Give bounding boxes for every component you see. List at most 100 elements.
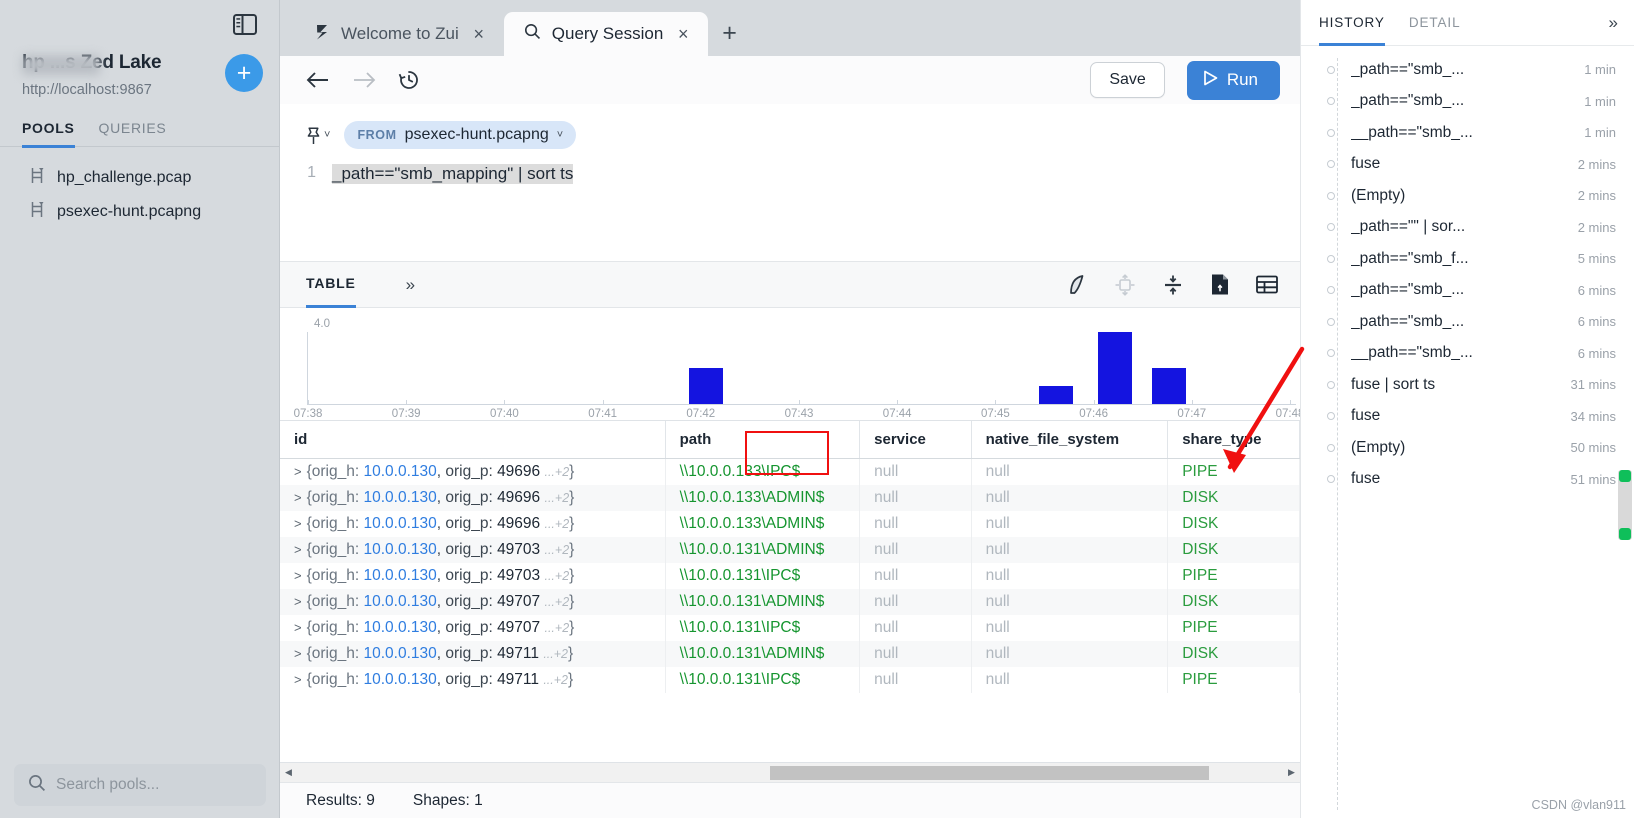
- cell-path[interactable]: \\10.0.0.131\IPC$: [665, 563, 861, 589]
- row-expand-chevron-icon[interactable]: >: [294, 464, 302, 479]
- row-expand-chevron-icon[interactable]: >: [294, 646, 302, 661]
- histogram-bar[interactable]: [1098, 332, 1133, 404]
- table-row[interactable]: > {orig_h: 10.0.0.130, orig_p: 49703 ...+…: [280, 537, 1300, 563]
- results-table-wrapper[interactable]: id path service native_file_system share…: [280, 420, 1300, 782]
- new-tab-button[interactable]: +: [708, 21, 751, 52]
- search-pools-field[interactable]: [14, 764, 266, 806]
- cell-id[interactable]: > {orig_h: 10.0.0.130, orig_p: 49696 ...+…: [280, 485, 666, 511]
- pool-item-hp-challenge[interactable]: hp_challenge.pcap: [0, 161, 279, 195]
- cell-path[interactable]: \\10.0.0.131\IPC$: [665, 667, 861, 693]
- cell-service[interactable]: null: [859, 485, 972, 511]
- cell-id[interactable]: > {orig_h: 10.0.0.130, orig_p: 49703 ...+…: [280, 537, 666, 563]
- tab-table-view[interactable]: TABLE: [306, 262, 356, 308]
- query-text[interactable]: _path=="smb_mapping" | sort ts: [332, 164, 574, 184]
- history-item[interactable]: (Empty) 50 mins: [1301, 432, 1634, 464]
- cell-path[interactable]: \\10.0.0.133\ADMIN$: [665, 485, 861, 511]
- cell-native-file-system[interactable]: null: [971, 615, 1169, 641]
- table-row[interactable]: > {orig_h: 10.0.0.130, orig_p: 49707 ...+…: [280, 615, 1300, 641]
- from-pool-selector[interactable]: FROM psexec-hunt.pcapng ˅: [344, 121, 577, 149]
- scrollbar-track[interactable]: [297, 763, 1283, 783]
- scroll-left-arrow[interactable]: ◀: [280, 767, 297, 778]
- cell-path[interactable]: \\10.0.0.131\ADMIN$: [665, 641, 861, 667]
- column-header-path[interactable]: path: [665, 421, 861, 459]
- history-item[interactable]: _path=="smb_f... 5 mins: [1301, 243, 1634, 275]
- expand-arrows-icon[interactable]: [1114, 273, 1136, 296]
- cell-path[interactable]: \\10.0.0.133\IPC$: [665, 458, 861, 485]
- history-item[interactable]: fuse 34 mins: [1301, 401, 1634, 433]
- tab-query-session[interactable]: Query Session ×: [503, 12, 709, 56]
- scroll-position-indicator[interactable]: [1618, 470, 1632, 540]
- cell-service[interactable]: null: [859, 537, 972, 563]
- cell-service[interactable]: null: [859, 641, 972, 667]
- history-item[interactable]: __path=="smb_... 6 mins: [1301, 338, 1634, 370]
- cell-id[interactable]: > {orig_h: 10.0.0.130, orig_p: 49711 ...+…: [280, 641, 666, 667]
- cell-native-file-system[interactable]: null: [971, 537, 1169, 563]
- add-pool-button[interactable]: +: [225, 54, 263, 92]
- tab-welcome-to-zui[interactable]: Welcome to Zui ×: [294, 12, 504, 56]
- table-row[interactable]: > {orig_h: 10.0.0.130, orig_p: 49703 ...+…: [280, 563, 1300, 589]
- wireshark-fin-icon[interactable]: [1066, 274, 1088, 296]
- history-item[interactable]: _path=="smb_... 1 min: [1301, 86, 1634, 118]
- cell-path[interactable]: \\10.0.0.131\ADMIN$: [665, 537, 861, 563]
- history-item[interactable]: (Empty) 2 mins: [1301, 180, 1634, 212]
- history-item[interactable]: fuse | sort ts 31 mins: [1301, 369, 1634, 401]
- cell-share-type[interactable]: DISK: [1167, 485, 1300, 511]
- history-item[interactable]: _path=="" | sor... 2 mins: [1301, 212, 1634, 244]
- horizontal-scrollbar[interactable]: ◀ ▶: [280, 762, 1300, 782]
- search-pools-input[interactable]: [56, 776, 252, 794]
- table-row[interactable]: > {orig_h: 10.0.0.130, orig_p: 49696 ...+…: [280, 511, 1300, 537]
- view-more-icon[interactable]: »: [406, 275, 416, 295]
- table-row[interactable]: > {orig_h: 10.0.0.130, orig_p: 49707 ...+…: [280, 589, 1300, 615]
- arrow-left-icon[interactable]: [306, 71, 330, 89]
- cell-service[interactable]: null: [859, 667, 972, 693]
- cell-native-file-system[interactable]: null: [971, 458, 1169, 485]
- cell-native-file-system[interactable]: null: [971, 485, 1169, 511]
- column-header-service[interactable]: service: [859, 421, 972, 459]
- cell-share-type[interactable]: PIPE: [1167, 667, 1300, 693]
- cell-id[interactable]: > {orig_h: 10.0.0.130, orig_p: 49711 ...+…: [280, 667, 666, 693]
- history-item[interactable]: _path=="smb_... 1 min: [1301, 54, 1634, 86]
- cell-native-file-system[interactable]: null: [971, 589, 1169, 615]
- histogram-bar[interactable]: [1152, 368, 1187, 404]
- cell-path[interactable]: \\10.0.0.133\ADMIN$: [665, 511, 861, 537]
- row-expand-chevron-icon[interactable]: >: [294, 542, 302, 557]
- tab-close-icon[interactable]: ×: [674, 25, 692, 43]
- cell-native-file-system[interactable]: null: [971, 563, 1169, 589]
- column-header-native-file-system[interactable]: native_file_system: [971, 421, 1169, 459]
- row-expand-chevron-icon[interactable]: >: [294, 490, 302, 505]
- tab-close-icon[interactable]: ×: [470, 25, 488, 43]
- cell-share-type[interactable]: DISK: [1167, 641, 1300, 667]
- arrow-right-icon[interactable]: [352, 71, 376, 89]
- column-header-share-type[interactable]: share_type: [1167, 421, 1300, 459]
- table-row[interactable]: > {orig_h: 10.0.0.130, orig_p: 49696 ...+…: [280, 458, 1300, 485]
- history-item[interactable]: _path=="smb_... 6 mins: [1301, 306, 1634, 338]
- history-item[interactable]: fuse 2 mins: [1301, 149, 1634, 181]
- cell-share-type[interactable]: PIPE: [1167, 563, 1300, 589]
- cell-service[interactable]: null: [859, 511, 972, 537]
- table-grid-icon[interactable]: [1256, 275, 1278, 294]
- right-panel-more-icon[interactable]: »: [1609, 13, 1619, 33]
- pin-icon[interactable]: ˅: [306, 126, 330, 145]
- cell-share-type[interactable]: DISK: [1167, 537, 1300, 563]
- histogram-bar[interactable]: [688, 368, 723, 404]
- cell-native-file-system[interactable]: null: [971, 667, 1169, 693]
- cell-share-type[interactable]: DISK: [1167, 511, 1300, 537]
- table-row[interactable]: > {orig_h: 10.0.0.130, orig_p: 49711 ...+…: [280, 667, 1300, 693]
- query-editor[interactable]: ˅ FROM psexec-hunt.pcapng ˅ 1 _path=="sm…: [280, 104, 1300, 262]
- pool-item-psexec-hunt[interactable]: psexec-hunt.pcapng: [0, 195, 279, 229]
- collapse-arrows-icon[interactable]: [1162, 274, 1184, 296]
- results-histogram[interactable]: 4.0 07:38 07:39 07:40 07:41 07:42 07:43 07:44 0…: [280, 308, 1300, 420]
- cell-share-type[interactable]: PIPE: [1167, 615, 1300, 641]
- cell-id[interactable]: > {orig_h: 10.0.0.130, orig_p: 49696 ...+…: [280, 458, 666, 485]
- sidebar-tab-pools[interactable]: POOLS: [22, 120, 75, 148]
- cell-native-file-system[interactable]: null: [971, 511, 1169, 537]
- cell-path[interactable]: \\10.0.0.131\IPC$: [665, 615, 861, 641]
- cell-id[interactable]: > {orig_h: 10.0.0.130, orig_p: 49707 ...+…: [280, 589, 666, 615]
- row-expand-chevron-icon[interactable]: >: [294, 516, 302, 531]
- run-button[interactable]: Run: [1186, 60, 1280, 100]
- table-row[interactable]: > {orig_h: 10.0.0.130, orig_p: 49711 ...+…: [280, 641, 1300, 667]
- cell-service[interactable]: null: [859, 615, 972, 641]
- row-expand-chevron-icon[interactable]: >: [294, 594, 302, 609]
- export-file-icon[interactable]: [1210, 273, 1230, 296]
- cell-native-file-system[interactable]: null: [971, 641, 1169, 667]
